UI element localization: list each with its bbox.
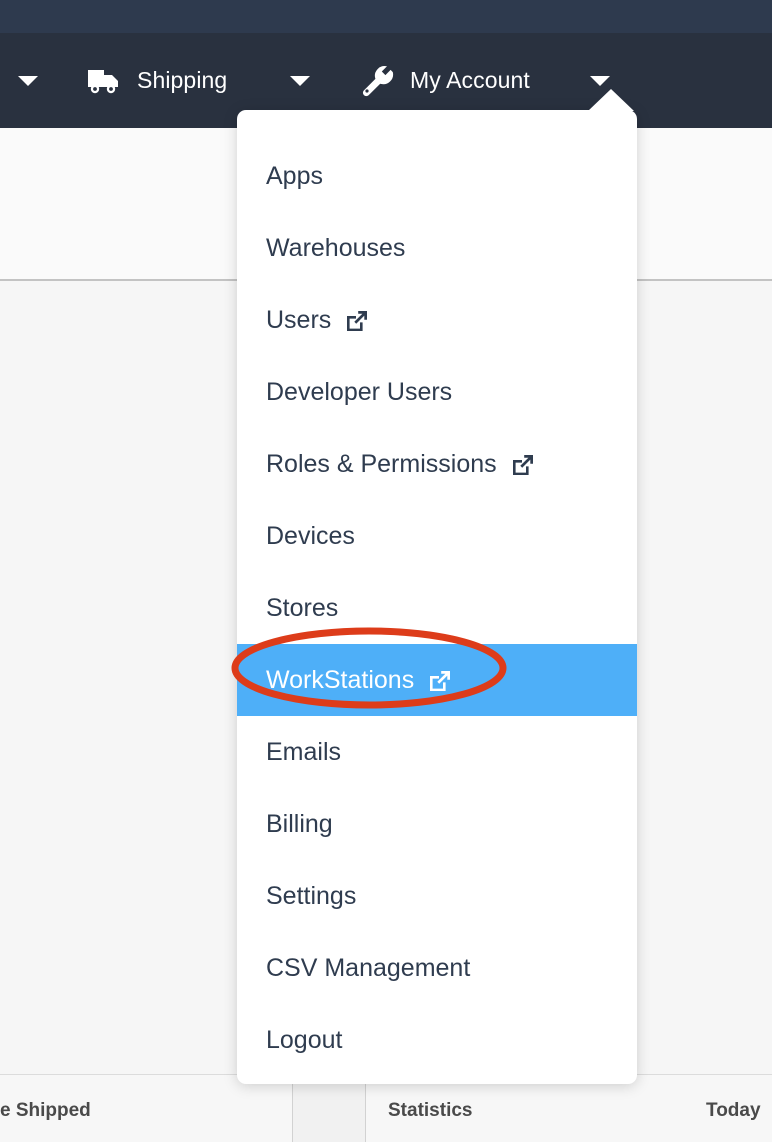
dropdown-item-label: Roles & Permissions [266,449,497,478]
dropdown-menu-list: Apps Warehouses Users Developer Users Roles … [237,140,637,1076]
dropdown-item-users[interactable]: Users [237,284,637,356]
dropdown-item-logout[interactable]: Logout [237,1004,637,1076]
nav-item-my-account-label: My Account [410,67,530,93]
dropdown-pointer-arrow [588,89,634,111]
dropdown-item-workstations[interactable]: WorkStations [237,644,637,716]
chevron-down-icon [590,75,610,86]
dropdown-item-devices[interactable]: Devices [237,500,637,572]
top-utility-bar [0,0,772,33]
dropdown-item-emails[interactable]: Emails [237,716,637,788]
panel-today: Today [686,1074,772,1148]
external-link-icon [510,452,536,478]
dropdown-item-warehouses[interactable]: Warehouses [237,212,637,284]
dropdown-item-label: Warehouses [266,233,406,262]
dropdown-item-label: Logout [266,1025,343,1054]
dropdown-item-developer-users[interactable]: Developer Users [237,356,637,428]
dropdown-item-label: Emails [266,737,342,766]
panel-statistics-title: Statistics [388,1100,473,1121]
panel-today-title: Today [706,1100,761,1121]
dropdown-item-label: Billing [266,809,333,838]
dropdown-item-label: Stores [266,593,339,622]
dropdown-item-apps[interactable]: Apps [237,140,637,212]
panel-spacer [293,1074,366,1148]
dropdown-item-label: Settings [266,881,357,910]
dropdown-item-label: Devices [266,521,355,550]
dropdown-item-label: WorkStations [266,665,415,694]
dropdown-item-label: CSV Management [266,953,471,982]
my-account-dropdown-menu: Apps Warehouses Users Developer Users Roles … [237,89,637,1084]
dropdown-item-csv-management[interactable]: CSV Management [237,932,637,1004]
wrench-icon [358,62,396,100]
chevron-down-icon [18,75,38,86]
nav-dropdown-toggle-left[interactable] [18,33,38,128]
nav-item-shipping[interactable]: Shipping [85,33,227,128]
chevron-down-icon [290,75,310,86]
external-link-icon [344,308,370,334]
panel-shipped: e Shipped [0,1074,293,1148]
panel-statistics: Statistics [366,1074,686,1148]
panel-shipped-title: e Shipped [0,1100,91,1121]
bottom-panel-strip: e Shipped Statistics Today [0,1074,772,1148]
nav-item-shipping-label: Shipping [137,67,228,93]
dropdown-item-settings[interactable]: Settings [237,860,637,932]
dropdown-item-stores[interactable]: Stores [237,572,637,644]
truck-icon [85,62,123,100]
dropdown-item-label: Users [266,305,332,334]
dropdown-item-label: Developer Users [266,377,453,406]
page-bottom-edge [0,1142,772,1148]
dropdown-item-label: Apps [266,161,323,190]
dropdown-item-roles-permissions[interactable]: Roles & Permissions [237,428,637,500]
external-link-icon [427,668,453,694]
dropdown-item-billing[interactable]: Billing [237,788,637,860]
